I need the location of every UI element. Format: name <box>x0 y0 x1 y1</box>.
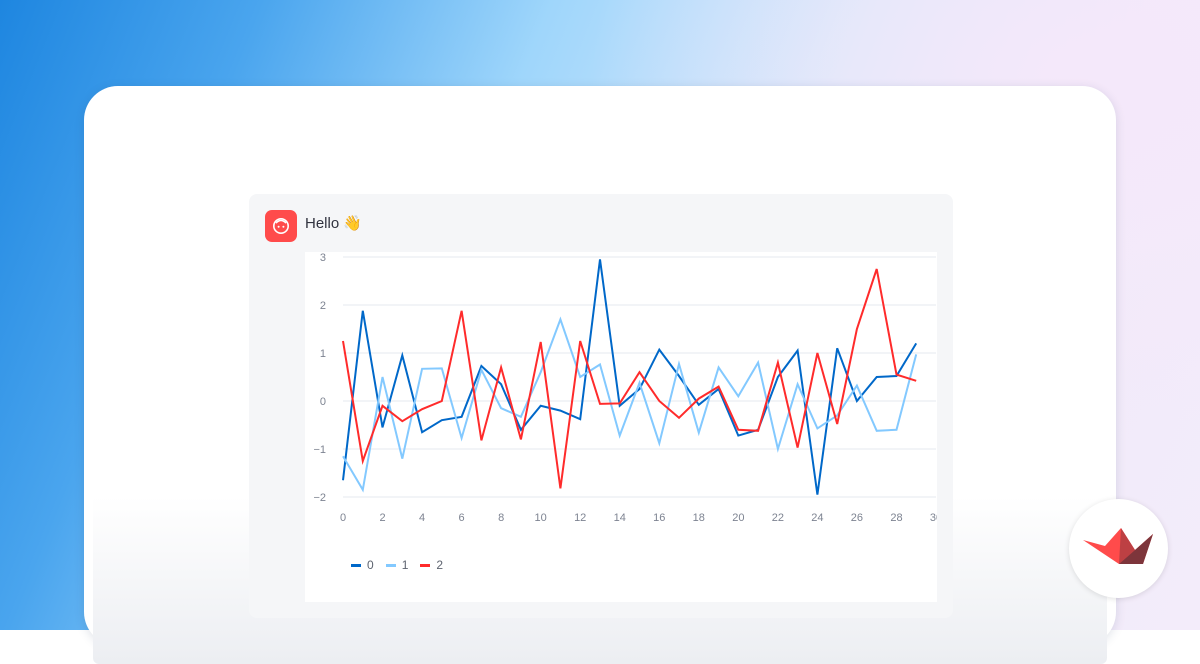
line-chart[interactable]: 3210−1−2024681012141618202224262830 0 1 … <box>305 252 937 602</box>
streamlit-badge[interactable] <box>1069 499 1168 598</box>
robot-face-icon <box>273 218 289 234</box>
y-tick-label: 3 <box>320 252 326 264</box>
x-tick-label: 24 <box>811 512 823 524</box>
legend-label-2: 2 <box>436 558 444 572</box>
message-text: Hello 👋 <box>305 215 363 232</box>
legend-label-0: 0 <box>367 558 374 572</box>
x-tick-label: 28 <box>890 512 902 524</box>
x-tick-label: 10 <box>535 512 547 524</box>
legend-swatch-1 <box>385 563 396 567</box>
x-tick-label: 26 <box>851 512 863 524</box>
x-tick-label: 2 <box>379 512 385 524</box>
x-tick-label: 8 <box>498 512 504 524</box>
y-tick-label: 0 <box>320 396 326 408</box>
y-tick-label: 1 <box>320 348 326 360</box>
x-tick-label: 30 <box>930 512 937 524</box>
legend-item-0[interactable]: 0 <box>351 558 374 572</box>
legend-label-1: 1 <box>401 558 409 572</box>
series-line-2[interactable] <box>342 268 917 489</box>
legend-item-2[interactable]: 2 <box>420 558 443 572</box>
y-tick-label: −1 <box>313 444 326 456</box>
chart-canvas[interactable]: 3210−1−2024681012141618202224262830 <box>305 252 937 552</box>
x-tick-label: 4 <box>419 512 425 524</box>
legend-swatch-2 <box>420 563 431 567</box>
streamlit-boat-logo-icon <box>1083 528 1153 564</box>
y-tick-label: −2 <box>313 492 326 504</box>
x-tick-label: 18 <box>693 512 705 524</box>
series-line-0[interactable] <box>342 259 918 495</box>
x-tick-label: 0 <box>340 512 346 524</box>
x-tick-label: 20 <box>732 512 744 524</box>
chart-legend: 0 1 2 <box>351 558 443 572</box>
chat-message: Hello 👋 3 2 1 0 −1 −2 0 2 4 6 8 10 12 14 16 18 20 22 24 26 2… <box>249 194 953 618</box>
x-tick-label: 22 <box>772 512 784 524</box>
y-tick-label: 2 <box>320 300 326 312</box>
x-tick-label: 6 <box>459 512 465 524</box>
assistant-avatar <box>265 210 297 242</box>
x-tick-label: 14 <box>614 512 626 524</box>
x-tick-label: 16 <box>653 512 665 524</box>
legend-swatch-0 <box>351 563 361 567</box>
x-tick-label: 12 <box>574 512 586 524</box>
legend-item-1[interactable]: 1 <box>385 558 409 572</box>
